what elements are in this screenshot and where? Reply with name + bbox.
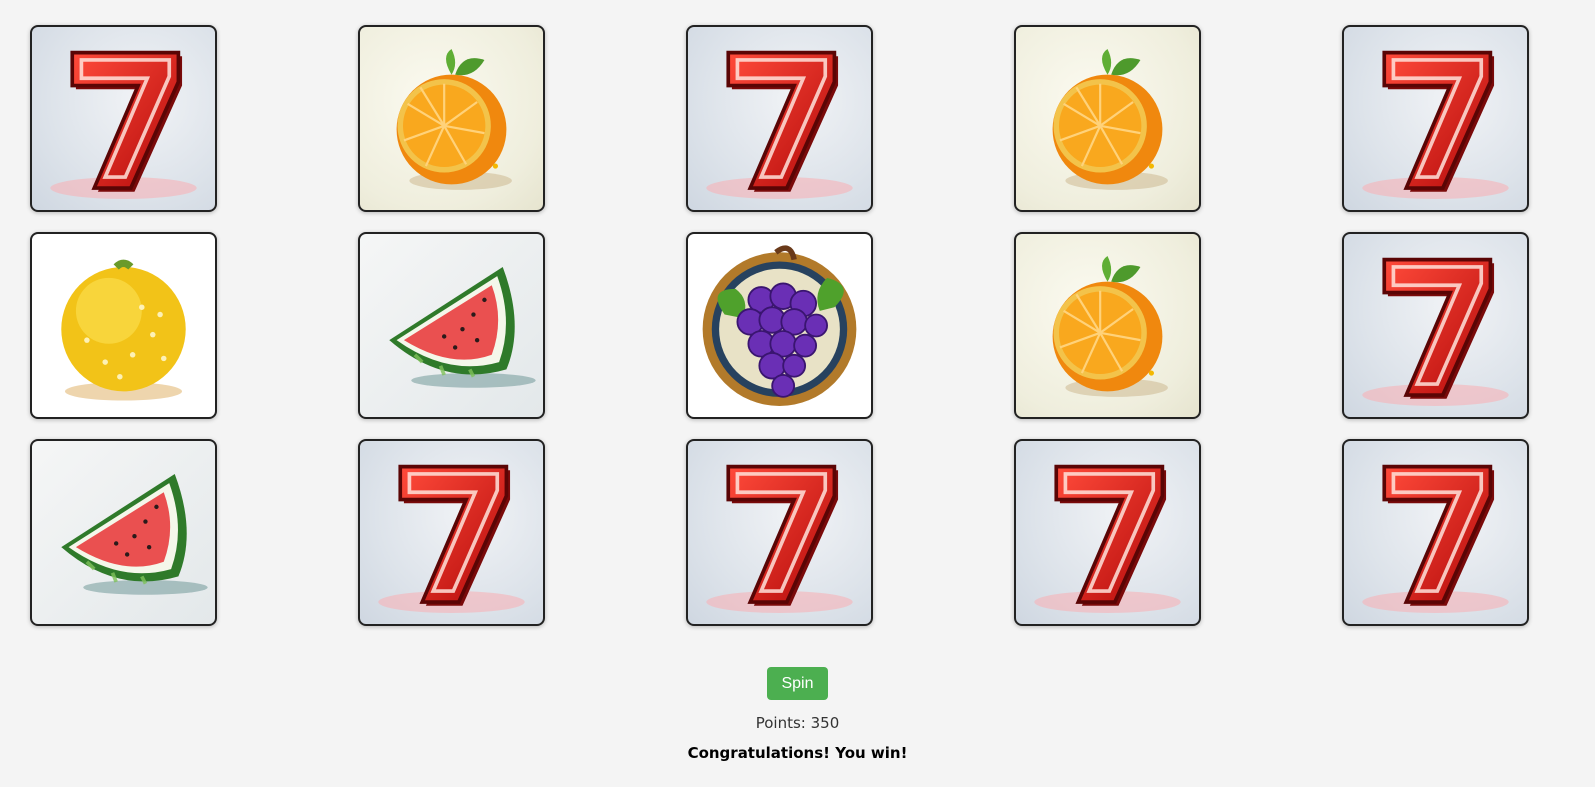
slot-tile-r3-c3 bbox=[686, 439, 873, 626]
seven-icon bbox=[32, 27, 215, 210]
seven-icon bbox=[1344, 441, 1527, 624]
orange-icon bbox=[1016, 234, 1199, 417]
watermelon-icon bbox=[32, 441, 215, 624]
slot-tile-r3-c5 bbox=[1342, 439, 1529, 626]
points-display: Points: 350 bbox=[755, 714, 840, 732]
slot-tile-r2-c3 bbox=[686, 232, 873, 419]
slot-tile-r2-c1 bbox=[30, 232, 217, 419]
slot-tile-r1-c1 bbox=[30, 25, 217, 212]
slot-tile-r2-c2 bbox=[358, 232, 545, 419]
controls: Spin Points: 350 Congratulations! You wi… bbox=[0, 667, 1595, 762]
grapes-icon bbox=[688, 234, 871, 417]
slot-machine-page: Spin Points: 350 Congratulations! You wi… bbox=[0, 0, 1595, 787]
orange-icon bbox=[1016, 27, 1199, 210]
seven-icon bbox=[688, 27, 871, 210]
lemon-icon bbox=[32, 234, 215, 417]
seven-icon bbox=[360, 441, 543, 624]
slot-tile-r3-c1 bbox=[30, 439, 217, 626]
spin-button[interactable]: Spin bbox=[767, 667, 828, 700]
slot-tile-r3-c4 bbox=[1014, 439, 1201, 626]
slot-tile-r2-c4 bbox=[1014, 232, 1201, 419]
slot-tile-r1-c2 bbox=[358, 25, 545, 212]
seven-icon bbox=[1016, 441, 1199, 624]
win-message: Congratulations! You win! bbox=[687, 744, 908, 762]
slot-tile-r1-c4 bbox=[1014, 25, 1201, 212]
slot-tile-r2-c5 bbox=[1342, 232, 1529, 419]
seven-icon bbox=[688, 441, 871, 624]
seven-icon bbox=[1344, 234, 1527, 417]
watermelon-icon bbox=[360, 234, 543, 417]
slot-tile-r1-c3 bbox=[686, 25, 873, 212]
slot-tile-r1-c5 bbox=[1342, 25, 1529, 212]
seven-icon bbox=[1344, 27, 1527, 210]
slot-grid bbox=[30, 25, 1530, 627]
slot-tile-r3-c2 bbox=[358, 439, 545, 626]
orange-icon bbox=[360, 27, 543, 210]
